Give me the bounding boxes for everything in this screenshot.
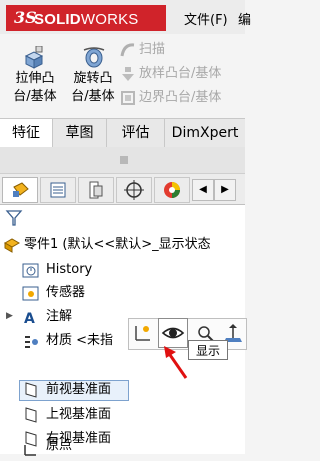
part-icon [3, 236, 21, 254]
boundary-icon [120, 90, 136, 106]
filter-icon[interactable] [5, 209, 23, 227]
scroll-left-button[interactable]: ◀ [192, 179, 214, 201]
scroll-right-button[interactable]: ▶ [214, 179, 236, 201]
tree-item-sensors[interactable]: 传感器 [46, 283, 85, 303]
dimxpertmanager-tab[interactable] [116, 177, 152, 203]
configurationmanager-tab[interactable] [78, 177, 114, 203]
tree-item-annotations[interactable]: 注解 [46, 307, 72, 327]
loft-icon [120, 66, 136, 82]
boundary-boss-button[interactable]: 边界凸台/基体 [120, 88, 221, 108]
tab-dimxpert[interactable]: DimXpert [165, 119, 245, 147]
menu-file[interactable]: 文件(F) [184, 9, 228, 28]
svg-text:A: A [24, 311, 35, 326]
plane-icon [22, 381, 40, 399]
menu-edit[interactable]: 编 [238, 9, 251, 28]
sweep-button[interactable]: 扫描 [120, 40, 165, 60]
material-icon [22, 333, 40, 351]
expand-arrow-icon[interactable]: ▶ [6, 311, 13, 321]
sweep-icon [120, 42, 136, 58]
origin-icon [22, 442, 40, 456]
solidworks-logo[interactable]: 3S SOLIDWORKS [6, 5, 166, 31]
plane-icon [22, 406, 40, 424]
loft-button[interactable]: 放样凸台/基体 [120, 64, 221, 84]
revolve-boss-button[interactable]: 旋转凸 台/基体 [66, 70, 120, 106]
extrude-boss-button[interactable]: 拉伸凸 台/基体 [8, 70, 62, 106]
tree-item-top-plane[interactable]: 上视基准面 [46, 405, 111, 425]
logo-brand-text: SOLIDWORKS [34, 11, 139, 28]
propertymanager-tab[interactable] [40, 177, 76, 203]
red-pointer-arrow [160, 344, 190, 380]
tree-item-history[interactable]: History [46, 260, 92, 280]
tooltip: 显示 [188, 340, 228, 360]
tab-sketch[interactable]: 草图 [53, 119, 107, 147]
panel-collapse-bar[interactable] [0, 147, 245, 174]
collapse-grip-icon [120, 156, 128, 164]
history-icon [22, 261, 40, 279]
revolve-boss-icon [82, 46, 106, 70]
tab-evaluate[interactable]: 评估 [107, 119, 165, 147]
displaymanager-tab[interactable] [154, 177, 190, 203]
tree-item-front-plane[interactable]: 前视基准面 [46, 380, 111, 400]
extrude-boss-icon [22, 45, 46, 70]
featuremanager-tab[interactable] [2, 177, 38, 203]
tab-features[interactable]: 特征 [0, 119, 53, 147]
annotation-icon: A [22, 308, 40, 327]
command-tabs: 特征 草图 评估 DimXpert [0, 118, 245, 148]
sensor-icon [22, 284, 40, 302]
tree-item-material[interactable]: 材质 <未指 [46, 331, 113, 351]
tree-item-origin[interactable]: 原点 [46, 438, 72, 454]
part-root-node[interactable]: 零件1 (默认<<默认>_显示状态 [24, 235, 211, 255]
command-manager: 拉伸凸 台/基体 旋转凸 台/基体 扫描 放样凸台/基体 边界凸台/基体 [0, 34, 245, 116]
edit-sketch-icon[interactable] [132, 322, 154, 344]
manager-tab-bar: ◀ ▶ [0, 174, 245, 205]
